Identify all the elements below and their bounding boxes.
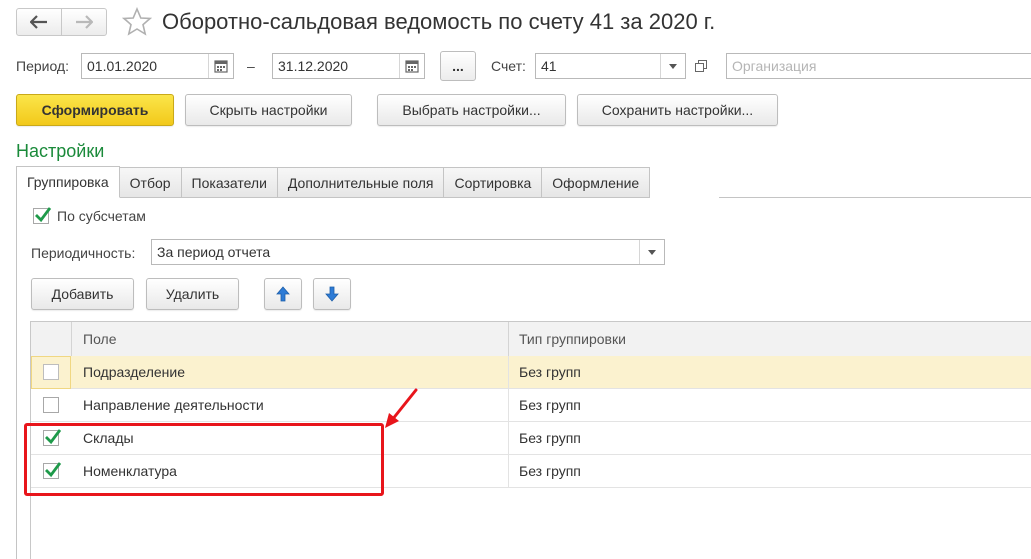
account-open-button[interactable] bbox=[690, 55, 712, 77]
chevron-down-icon bbox=[669, 63, 677, 69]
favorite-button[interactable] bbox=[121, 6, 153, 37]
settings-tabs: Группировка Отбор Показатели Дополнитель… bbox=[16, 166, 651, 198]
period-label: Период: bbox=[16, 58, 69, 74]
page-title: Оборотно-сальдовая ведомость по счету 41… bbox=[162, 9, 716, 34]
add-button[interactable]: Добавить bbox=[31, 278, 134, 310]
by-subaccounts-label: По субсчетам bbox=[57, 208, 146, 224]
column-header-grouping-type[interactable]: Тип группировки bbox=[519, 331, 626, 347]
star-icon bbox=[121, 6, 153, 36]
table-row[interactable]: Направление деятельности Без групп bbox=[31, 389, 1031, 422]
calendar-icon bbox=[214, 60, 228, 73]
delete-button[interactable]: Удалить bbox=[146, 278, 239, 310]
account-field[interactable]: 41 bbox=[535, 53, 686, 79]
table-row[interactable]: Подразделение Без групп bbox=[31, 356, 1031, 389]
by-subaccounts-checkbox[interactable] bbox=[33, 207, 52, 224]
tab-filter[interactable]: Отбор bbox=[119, 167, 182, 198]
hide-settings-button[interactable]: Скрыть настройки bbox=[185, 94, 352, 126]
row-field: Направление деятельности bbox=[83, 397, 264, 413]
row-grouping-type: Без групп bbox=[519, 463, 581, 479]
navigation-buttons bbox=[16, 8, 107, 36]
chevron-down-icon bbox=[648, 249, 656, 255]
tab-sorting[interactable]: Сортировка bbox=[444, 167, 543, 198]
period-from-value: 01.01.2020 bbox=[87, 58, 158, 74]
checkmark-icon bbox=[35, 207, 52, 223]
back-button[interactable] bbox=[17, 9, 61, 35]
tab-grouping[interactable]: Группировка bbox=[16, 166, 120, 198]
periodicity-label: Периодичность: bbox=[31, 245, 136, 261]
organization-placeholder: Организация bbox=[732, 58, 817, 74]
organization-field[interactable]: Организация bbox=[726, 53, 1031, 79]
row-grouping-type: Без групп bbox=[519, 430, 581, 446]
move-down-button[interactable] bbox=[313, 278, 351, 310]
row-grouping-type: Без групп bbox=[519, 364, 581, 380]
choose-settings-button[interactable]: Выбрать настройки... bbox=[377, 94, 566, 126]
periodicity-value: За период отчета bbox=[157, 244, 271, 260]
open-window-icon bbox=[695, 60, 707, 72]
tab-divider bbox=[719, 197, 1031, 198]
table-header: Поле Тип группировки bbox=[31, 322, 1031, 357]
period-select-button[interactable]: ... bbox=[440, 51, 476, 81]
calendar-button[interactable] bbox=[208, 54, 233, 78]
calendar-icon bbox=[405, 60, 419, 73]
period-to-field[interactable]: 31.12.2020 bbox=[272, 53, 425, 79]
tab-indicators[interactable]: Показатели bbox=[181, 167, 278, 198]
row-grouping-type: Без групп bbox=[519, 397, 581, 413]
period-from-field[interactable]: 01.01.2020 bbox=[81, 53, 234, 79]
arrow-right-icon bbox=[76, 15, 93, 29]
highlight-box bbox=[24, 423, 384, 496]
column-header-field[interactable]: Поле bbox=[83, 331, 117, 347]
tab-additional-fields[interactable]: Дополнительные поля bbox=[277, 167, 445, 198]
account-label: Счет: bbox=[491, 58, 526, 74]
row-checkbox[interactable] bbox=[43, 364, 59, 380]
periodicity-select[interactable]: За период отчета bbox=[151, 239, 665, 265]
account-dropdown-button[interactable] bbox=[660, 54, 685, 78]
calendar-button[interactable] bbox=[399, 54, 424, 78]
account-value: 41 bbox=[541, 58, 557, 74]
period-dash: – bbox=[247, 58, 255, 74]
row-checkbox[interactable] bbox=[43, 397, 59, 413]
tab-panel-border bbox=[16, 197, 17, 559]
annotation-arrow-icon bbox=[385, 388, 418, 428]
arrow-up-icon bbox=[276, 286, 290, 302]
move-up-button[interactable] bbox=[264, 278, 302, 310]
save-settings-button[interactable]: Сохранить настройки... bbox=[577, 94, 778, 126]
arrow-down-icon bbox=[325, 286, 339, 302]
forward-button[interactable] bbox=[61, 9, 106, 35]
tab-appearance[interactable]: Оформление bbox=[542, 167, 651, 198]
settings-title: Настройки bbox=[16, 141, 105, 161]
period-to-value: 31.12.2020 bbox=[278, 58, 349, 74]
periodicity-dropdown-button[interactable] bbox=[639, 240, 664, 264]
arrow-left-icon bbox=[30, 15, 47, 29]
row-field: Подразделение bbox=[83, 364, 186, 380]
generate-button[interactable]: Сформировать bbox=[16, 94, 174, 126]
